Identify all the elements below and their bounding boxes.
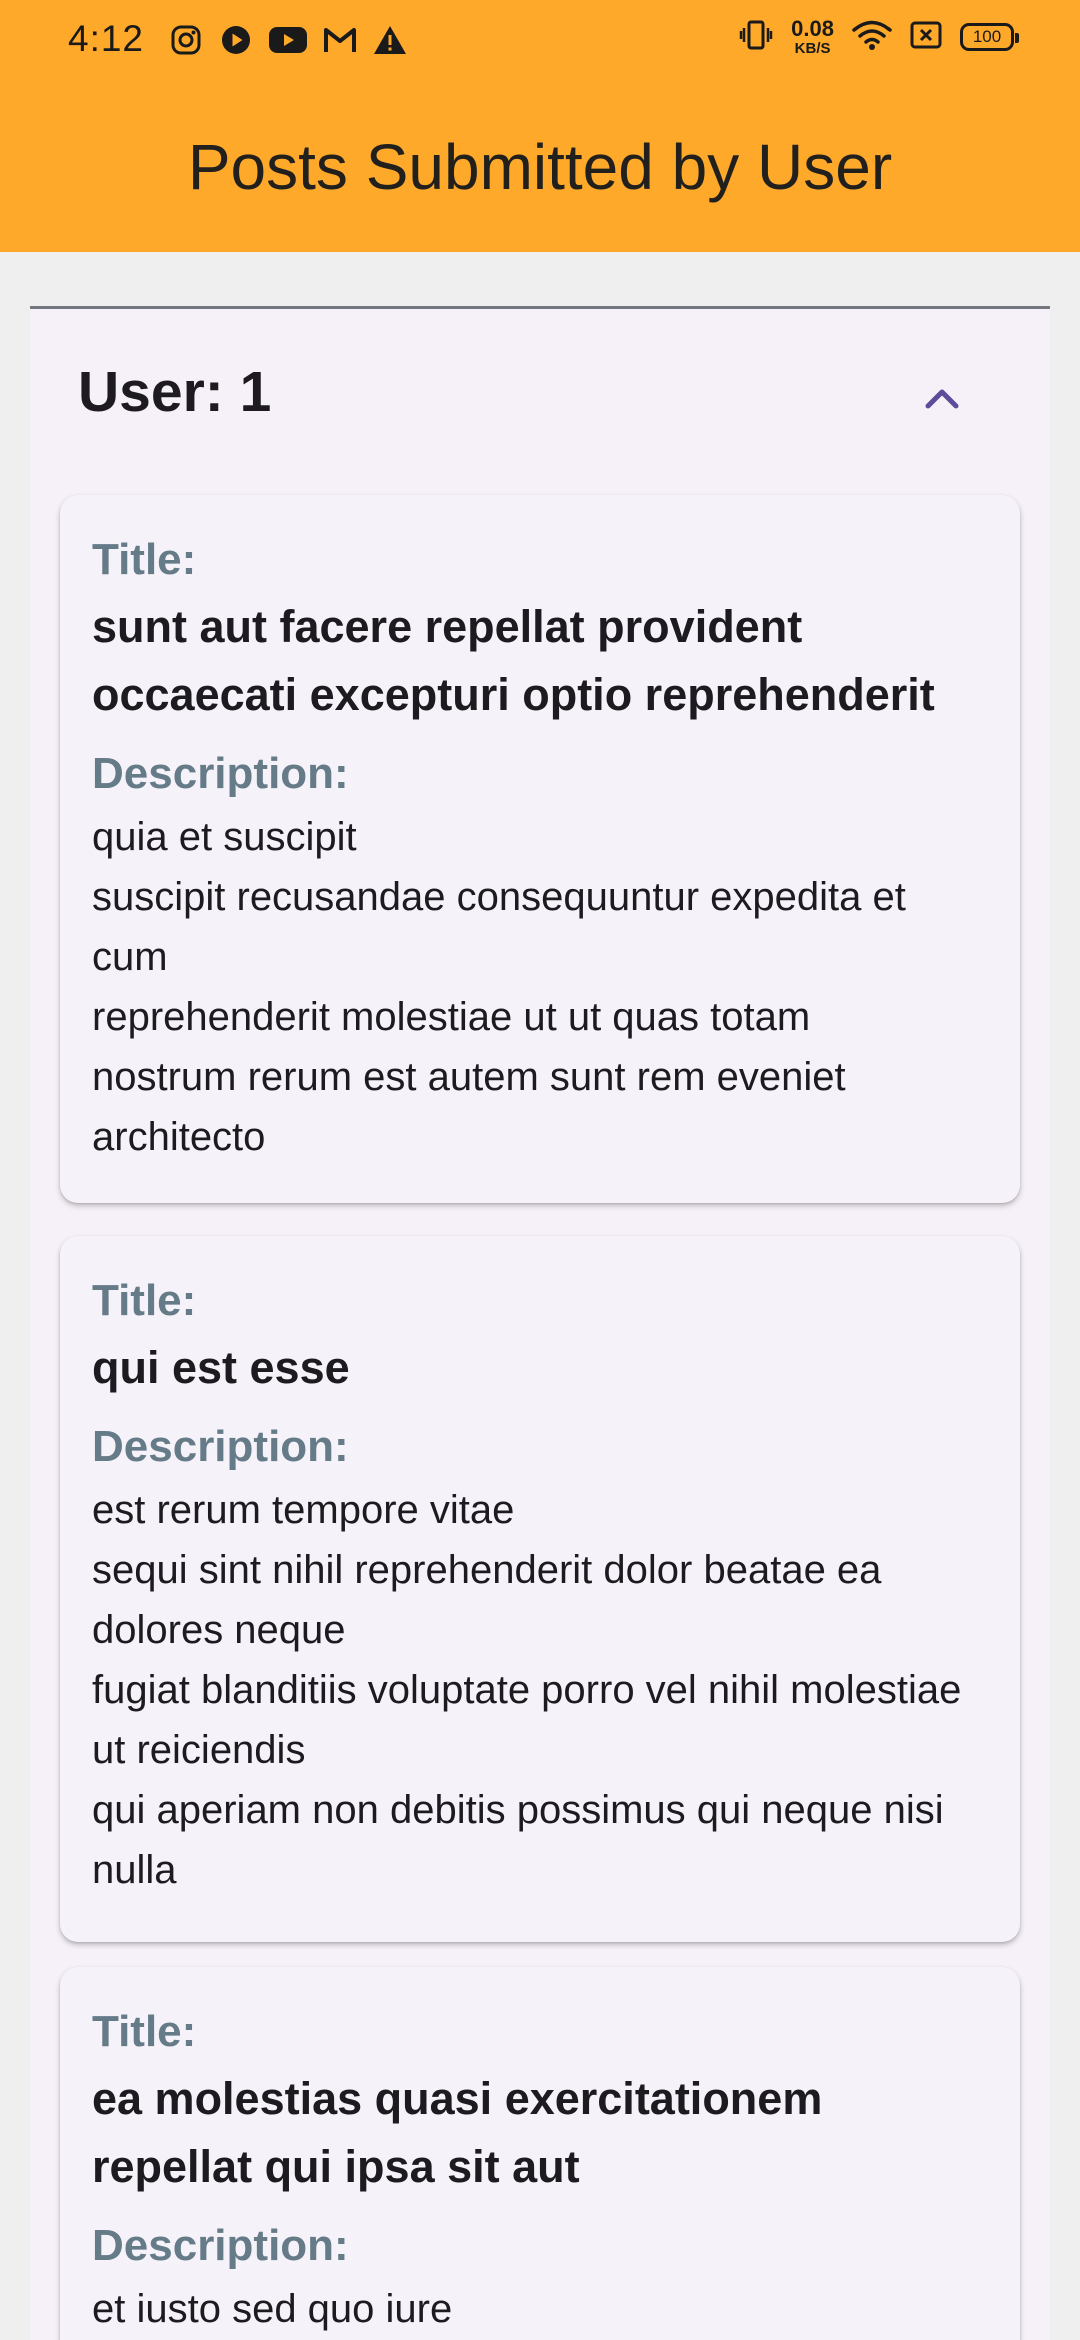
post-description: quia et suscipit suscipit recusandae con… [92, 815, 906, 1159]
network-speed-unit: KB/S [794, 40, 831, 57]
sim-off-icon [910, 21, 942, 53]
instagram-icon [168, 22, 204, 58]
post-description: et iusto sed quo iure [92, 2287, 453, 2331]
post-card: Title: ea molestias quasi exercitationem… [60, 1967, 1020, 2340]
wifi-icon [852, 19, 892, 55]
post-title-label: Title: [92, 535, 197, 584]
app-bar: 4:12 0.08 KB/S 100 Posts Submitted by Us… [0, 0, 1080, 252]
screen: 4:12 0.08 KB/S 100 Posts Submitted by Us… [0, 0, 1080, 2340]
post-description: est rerum tempore vitae sequi sint nihil… [92, 1488, 962, 1892]
post-title-label: Title: [92, 1276, 197, 1325]
warning-icon [372, 22, 408, 58]
notification-icons [168, 22, 408, 58]
page-title: Posts Submitted by User [187, 131, 893, 203]
gmail-icon [322, 22, 358, 58]
status-bar: 4:12 0.08 KB/S 100 [0, 0, 1080, 84]
play-circle-icon [218, 22, 254, 58]
network-speed: 0.08 KB/S [791, 16, 834, 57]
post-title: qui est esse [92, 1342, 350, 1393]
network-speed-value: 0.08 [791, 16, 834, 41]
chevron-up-icon[interactable] [912, 369, 972, 429]
vibrate-icon [739, 19, 773, 55]
youtube-icon [268, 22, 308, 58]
post-title: ea molestias quasi exercitationem repell… [92, 2073, 823, 2192]
status-time: 4:12 [68, 18, 145, 59]
post-card: Title: sunt aut facere repellat providen… [60, 495, 1020, 1203]
post-card: Title: qui est esse Description: est rer… [60, 1236, 1020, 1942]
user-expansion-panel: User: 1 Title: sunt aut facere repellat … [30, 306, 1050, 2340]
post-description-label: Description: [92, 2221, 349, 2270]
post-description-label: Description: [92, 749, 349, 798]
user-panel-title: User: 1 [78, 360, 272, 424]
post-title-label: Title: [92, 2007, 197, 2056]
battery-icon: 100 [960, 23, 1019, 51]
post-title: sunt aut facere repellat provident occae… [92, 601, 935, 720]
system-status-icons: 0.08 KB/S 100 [739, 16, 1019, 57]
post-description-label: Description: [92, 1422, 349, 1471]
user-panel-header[interactable]: User: 1 [30, 309, 1050, 479]
